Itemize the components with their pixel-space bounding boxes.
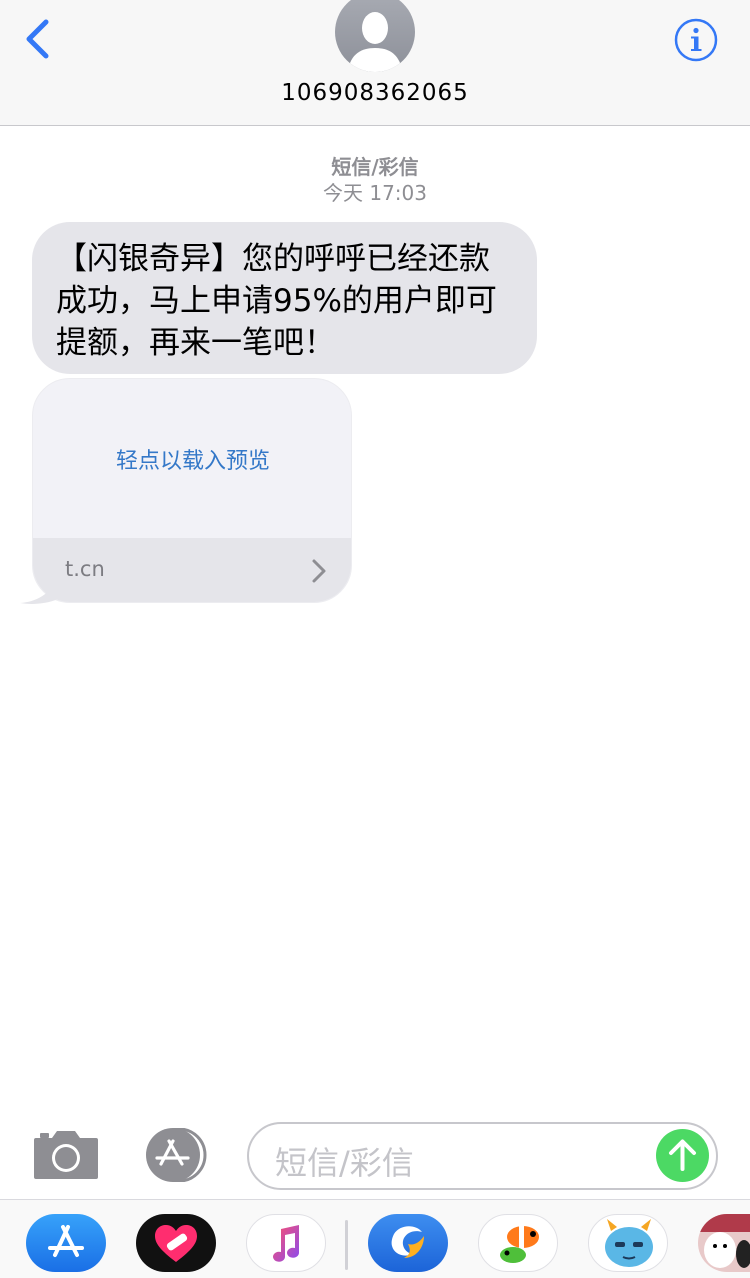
camera-icon (34, 1131, 98, 1179)
app-store-icon (146, 1127, 207, 1183)
cat-icon (698, 1214, 750, 1268)
chevron-right-icon (312, 559, 326, 583)
cat-sticker-drawer-item[interactable] (698, 1214, 750, 1272)
info-icon (674, 18, 718, 62)
ctrip-drawer-item[interactable] (368, 1214, 448, 1272)
contact-number[interactable]: 106908362065 (0, 80, 750, 106)
link-preview-card[interactable]: 轻点以载入预览 t.cn (32, 378, 352, 603)
dolphin-icon (391, 1226, 424, 1258)
back-button[interactable] (18, 14, 68, 64)
app-store-icon (48, 1225, 84, 1257)
send-button[interactable] (656, 1129, 709, 1182)
app-drawer (0, 1199, 750, 1278)
monster-sticker-drawer-item[interactable] (588, 1214, 668, 1272)
camera-button[interactable] (32, 1128, 100, 1182)
heart-icon (155, 1225, 197, 1262)
digital-touch-drawer-item[interactable] (136, 1214, 216, 1272)
drawer-divider (345, 1220, 348, 1270)
monster-icon (605, 1219, 653, 1267)
clownfish-icon (500, 1226, 539, 1263)
person-silhouette-icon (347, 12, 403, 72)
link-domain: t.cn (65, 557, 105, 581)
message-input[interactable]: 短信/彩信 (247, 1122, 718, 1190)
clownfish-sticker-drawer-item[interactable] (478, 1214, 558, 1272)
music-drawer-item[interactable] (246, 1214, 326, 1272)
load-preview-link[interactable]: 轻点以载入预览 (33, 379, 351, 539)
arrow-up-icon (669, 1139, 696, 1171)
info-button[interactable] (673, 17, 719, 63)
bubble-tail (20, 580, 58, 604)
link-footer[interactable]: t.cn (33, 538, 351, 602)
contact-avatar[interactable] (335, 0, 415, 72)
incoming-message-bubble[interactable]: 【闪银奇异】您的呼呼已经还款成功，马上申请95%的用户即可提额，再来一笔吧！ (32, 222, 537, 374)
chevron-left-icon (26, 19, 49, 59)
app-store-drawer-item[interactable] (26, 1214, 106, 1272)
message-input-placeholder: 短信/彩信 (275, 1144, 414, 1182)
message-timestamp: 今天 17:03 (323, 181, 427, 205)
music-note-icon (273, 1225, 299, 1262)
message-type-label: 短信/彩信 (331, 155, 419, 179)
conversation-header: 106908362065 (0, 0, 750, 126)
app-store-button[interactable] (140, 1127, 214, 1183)
